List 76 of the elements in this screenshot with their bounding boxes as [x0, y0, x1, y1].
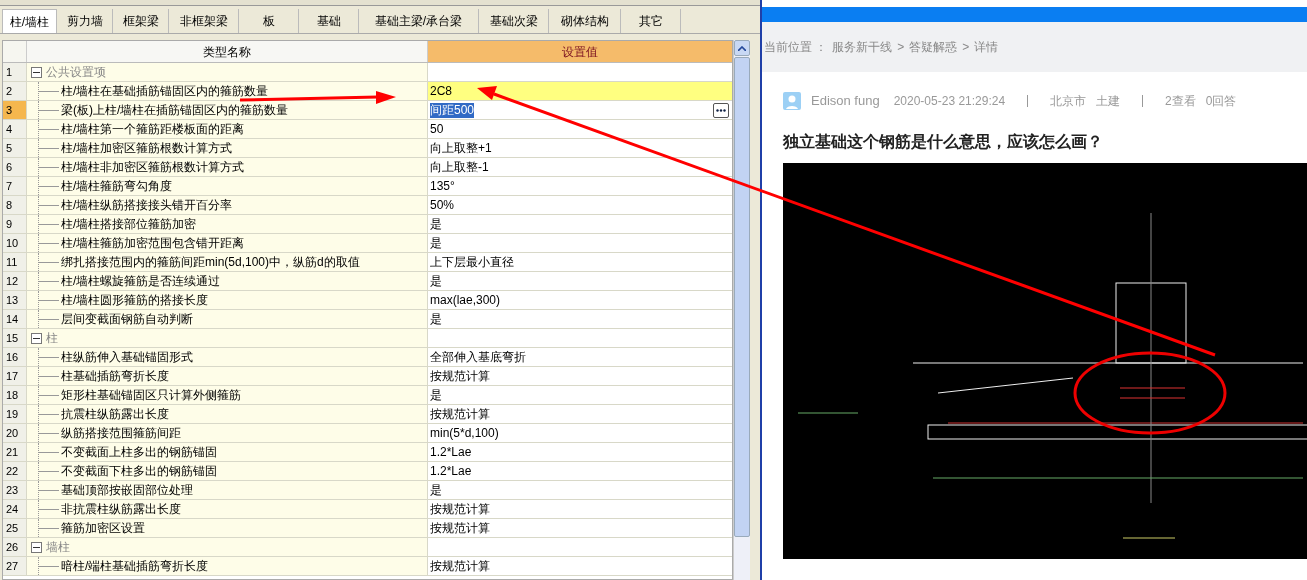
row-number: 19: [3, 405, 27, 423]
row-number: 17: [3, 367, 27, 385]
row-number: 1: [3, 63, 27, 81]
row-number: 10: [3, 234, 27, 252]
tab[interactable]: 柱/墙柱: [2, 9, 57, 33]
post-category: 土建: [1096, 93, 1121, 110]
row-number: 23: [3, 481, 27, 499]
row-number: 13: [3, 291, 27, 309]
row-number: 20: [3, 424, 27, 442]
collapse-toggle[interactable]: [31, 541, 42, 553]
setting-value[interactable]: 间距500: [428, 101, 732, 119]
row-number: 27: [3, 557, 27, 575]
collapse-toggle[interactable]: [31, 66, 42, 78]
setting-name: 柱基础插筋弯折长度: [61, 368, 169, 385]
breadcrumb-item: >: [962, 39, 970, 56]
row-number: 11: [3, 253, 27, 271]
group-name: 墙柱: [46, 538, 70, 556]
setting-name: 梁(板)上柱/墙柱在插筋锚固区内的箍筋数量: [61, 102, 289, 119]
row-number: 14: [3, 310, 27, 328]
setting-name: 绑扎搭接范围内的箍筋间距min(5d,100)中，纵筋d的取值: [61, 254, 360, 271]
setting-name: 柱/墙柱第一个箍筋距楼板面的距离: [61, 121, 245, 138]
setting-name: 抗震柱纵筋露出长度: [61, 406, 169, 423]
setting-name: 箍筋加密区设置: [61, 520, 145, 537]
setting-name: 柱/墙柱圆形箍筋的搭接长度: [61, 292, 209, 309]
post-title: 独立基础这个钢筋是什么意思，应该怎么画？: [782, 132, 1104, 152]
setting-name: 非抗震柱纵筋露出长度: [61, 501, 181, 518]
row-number: 8: [3, 196, 27, 214]
setting-name: 不变截面下柱多出的钢筋锚固: [61, 463, 217, 480]
row-number: 12: [3, 272, 27, 290]
breadcrumb-item: >: [897, 39, 905, 56]
row-number: 6: [3, 158, 27, 176]
post-region: 北京市: [1050, 93, 1087, 110]
setting-name: 暗柱/端柱基础插筋弯折长度: [61, 558, 209, 575]
setting-name: 柱/墙柱搭接部位箍筋加密: [61, 216, 197, 233]
collapse-toggle[interactable]: [31, 332, 42, 344]
row-number: 15: [3, 329, 27, 347]
more-icon: [716, 108, 726, 112]
setting-name: 柱/墙柱箍筋弯勾角度: [61, 178, 173, 195]
ellipsis-button[interactable]: [713, 102, 729, 118]
row-number: 21: [3, 443, 27, 461]
row-number: 25: [3, 519, 27, 537]
setting-name: 柱/墙柱非加密区箍筋根数计算方式: [61, 159, 245, 176]
setting-name: 柱/墙柱纵筋搭接接头错开百分率: [61, 197, 233, 214]
setting-name: 矩形柱基础锚固区只计算外侧箍筋: [61, 387, 241, 404]
row-number: 5: [3, 139, 27, 157]
row-number: 7: [3, 177, 27, 195]
column-header: 设置值: [428, 41, 732, 62]
setting-name: 柱/墙柱在基础插筋锚固区内的箍筋数量: [61, 83, 269, 100]
row-number: 24: [3, 500, 27, 518]
setting-name: 柱/墙柱箍筋加密范围包含错开距离: [61, 235, 245, 252]
setting-name: 纵筋搭接范围箍筋间距: [61, 425, 181, 442]
row-number: 4: [3, 120, 27, 138]
row-number: 18: [3, 386, 27, 404]
avatar-icon: [783, 92, 801, 110]
setting-name: 柱/墙柱加密区箍筋根数计算方式: [61, 140, 233, 157]
view-count: 2查看: [1165, 93, 1196, 110]
row-number: 26: [3, 538, 27, 556]
setting-value[interactable]: 2C8: [428, 82, 732, 100]
row-number: 2: [3, 82, 27, 100]
setting-name: 不变截面上柱多出的钢筋锚固: [61, 444, 217, 461]
setting-name: 基础顶部按嵌固部位处理: [61, 482, 193, 499]
post-date: 2020-05-23 21:29:24: [893, 93, 1006, 110]
answer-count: 0回答: [1205, 93, 1237, 110]
row-number: 3: [3, 101, 27, 119]
row-number: 9: [3, 215, 27, 233]
group-name: 公共设置项: [46, 63, 106, 81]
column-header: 类型名称: [27, 41, 428, 62]
row-number: 16: [3, 348, 27, 366]
corner-header: [3, 41, 27, 62]
scrollbar[interactable]: [733, 40, 750, 580]
setting-name: 柱/墙柱螺旋箍筋是否连续通过: [61, 273, 221, 290]
group-name: 柱: [46, 329, 58, 347]
setting-name: 柱纵筋伸入基础锚固形式: [61, 349, 193, 366]
breadcrumb-item: 当前位置 ：: [764, 39, 828, 56]
setting-name: 层间变截面钢筋自动判断: [61, 311, 193, 328]
row-number: 22: [3, 462, 27, 480]
